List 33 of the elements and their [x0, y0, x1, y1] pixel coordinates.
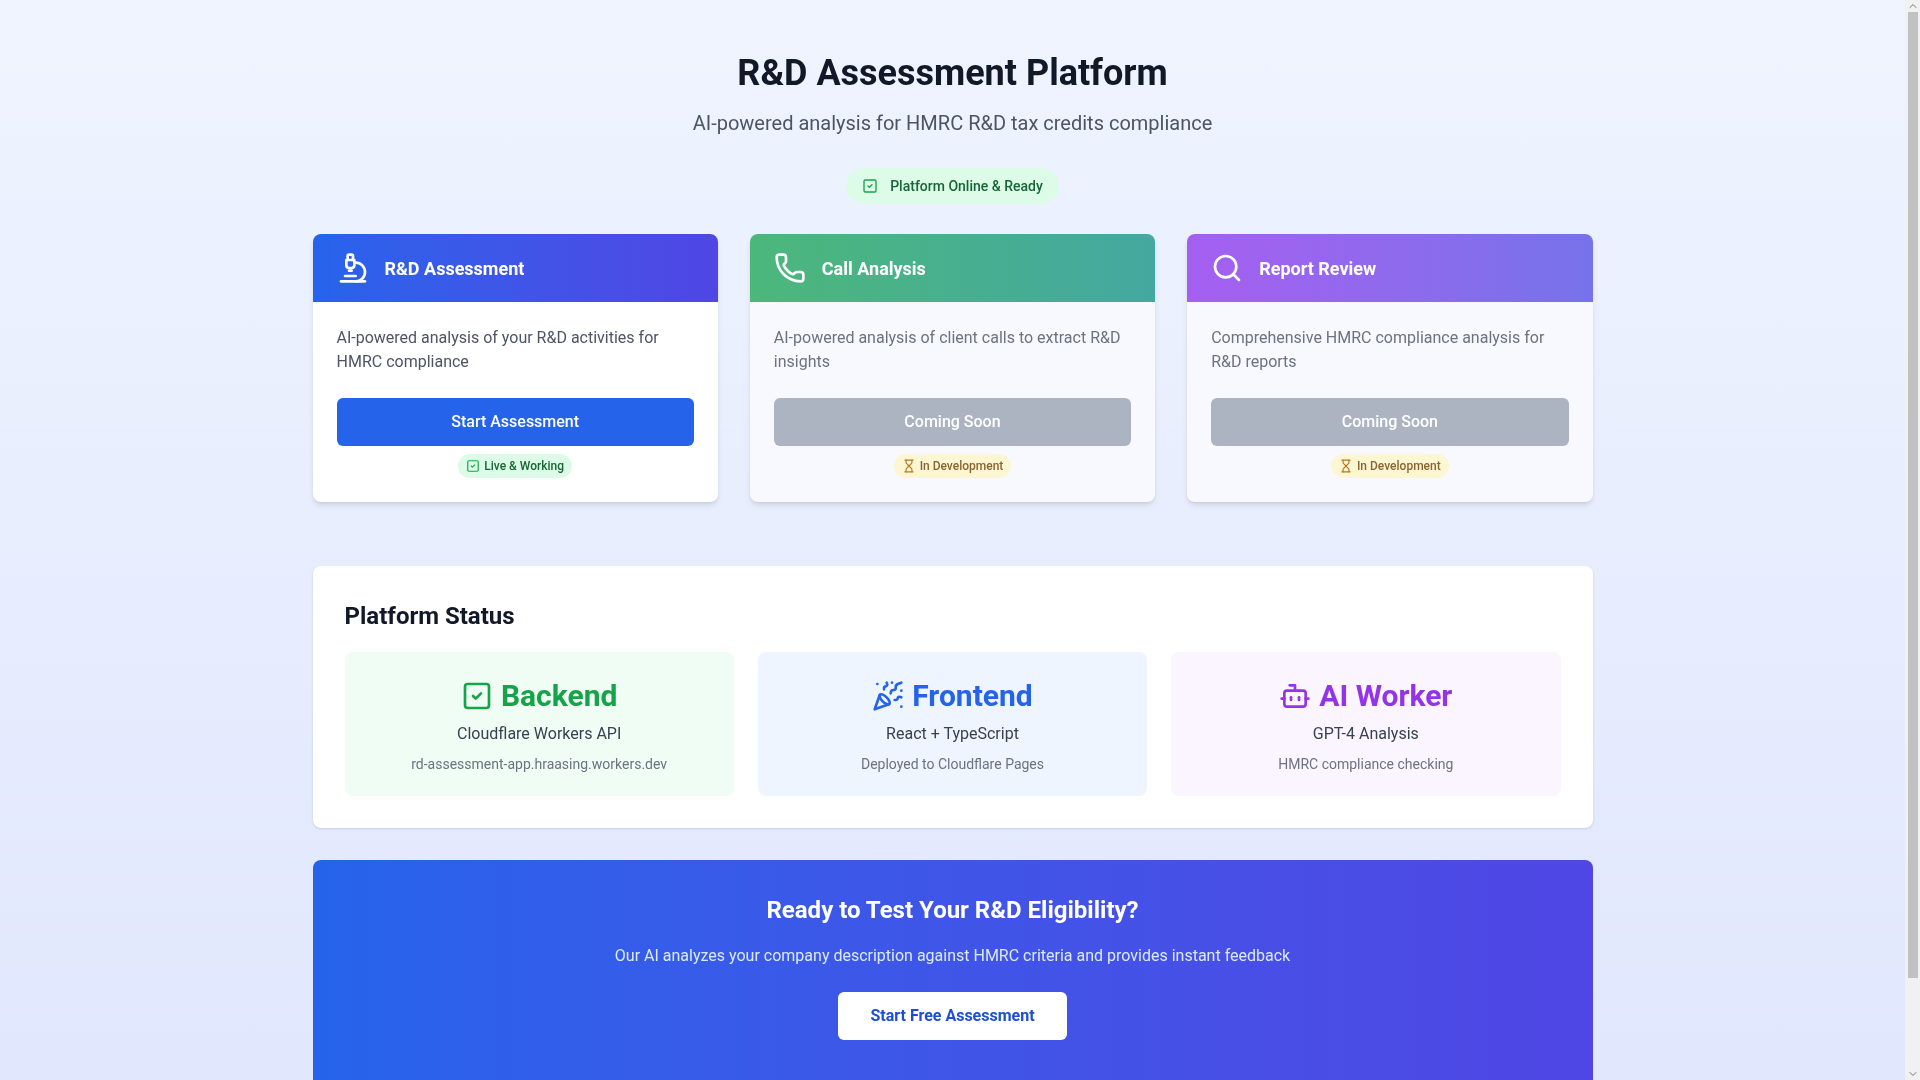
card-description: Comprehensive HMRC compliance analysis for R&D reports	[1211, 327, 1546, 373]
service-note: HMRC compliance checking	[1278, 755, 1454, 774]
start-free-assessment-button[interactable]: Start Free Assessment	[838, 992, 1067, 1040]
service-note: Deployed to Cloudflare Pages	[860, 755, 1044, 774]
page-title: R&D Assessment Platform	[737, 51, 1168, 96]
check-box-icon	[466, 459, 481, 473]
service-name: Frontend	[912, 677, 1033, 715]
service-detail: Cloudflare Workers API	[457, 723, 622, 745]
check-box-icon	[862, 178, 879, 194]
party-popper-icon	[872, 679, 905, 712]
card-title: Report Review	[1259, 256, 1377, 281]
start-assessment-button[interactable]: Start Assessment	[336, 398, 694, 446]
card-title: R&D Assessment	[384, 256, 525, 281]
hourglass-icon	[901, 459, 916, 473]
scrollbar[interactable]	[1905, 0, 1920, 1080]
card-description: AI-powered analysis of your R&D activities for HMRC compliance	[336, 327, 660, 373]
card-title: Call Analysis	[821, 256, 926, 281]
status-badge: In Development	[1330, 454, 1449, 478]
section-title: Platform Status	[344, 601, 516, 632]
service-detail: React + TypeScript	[886, 723, 1019, 745]
service-name: AI Worker	[1319, 677, 1453, 715]
status-badge: In Development	[893, 454, 1012, 478]
service-note: rd-assessment-app.hraasing.workers.dev	[411, 755, 668, 774]
phone-icon	[773, 252, 806, 284]
cta-text: Our AI analyzes your company description against HMRC criteria and provides instant feedback	[614, 945, 1291, 967]
page-subtitle: AI-powered analysis for HMRC R&D tax credits compliance	[692, 110, 1213, 137]
hourglass-icon	[1338, 459, 1353, 473]
cta-title: Ready to Test Your R&D Eligibility?	[766, 895, 1139, 926]
status-badge: Live & Working	[458, 454, 573, 478]
badge-text: Platform Online & Ready	[890, 176, 1043, 196]
card-description: AI-powered analysis of client calls to extract R&D insights	[773, 327, 1122, 373]
service-detail: GPT-4 Analysis	[1312, 723, 1419, 745]
service-name: Backend	[500, 677, 618, 715]
